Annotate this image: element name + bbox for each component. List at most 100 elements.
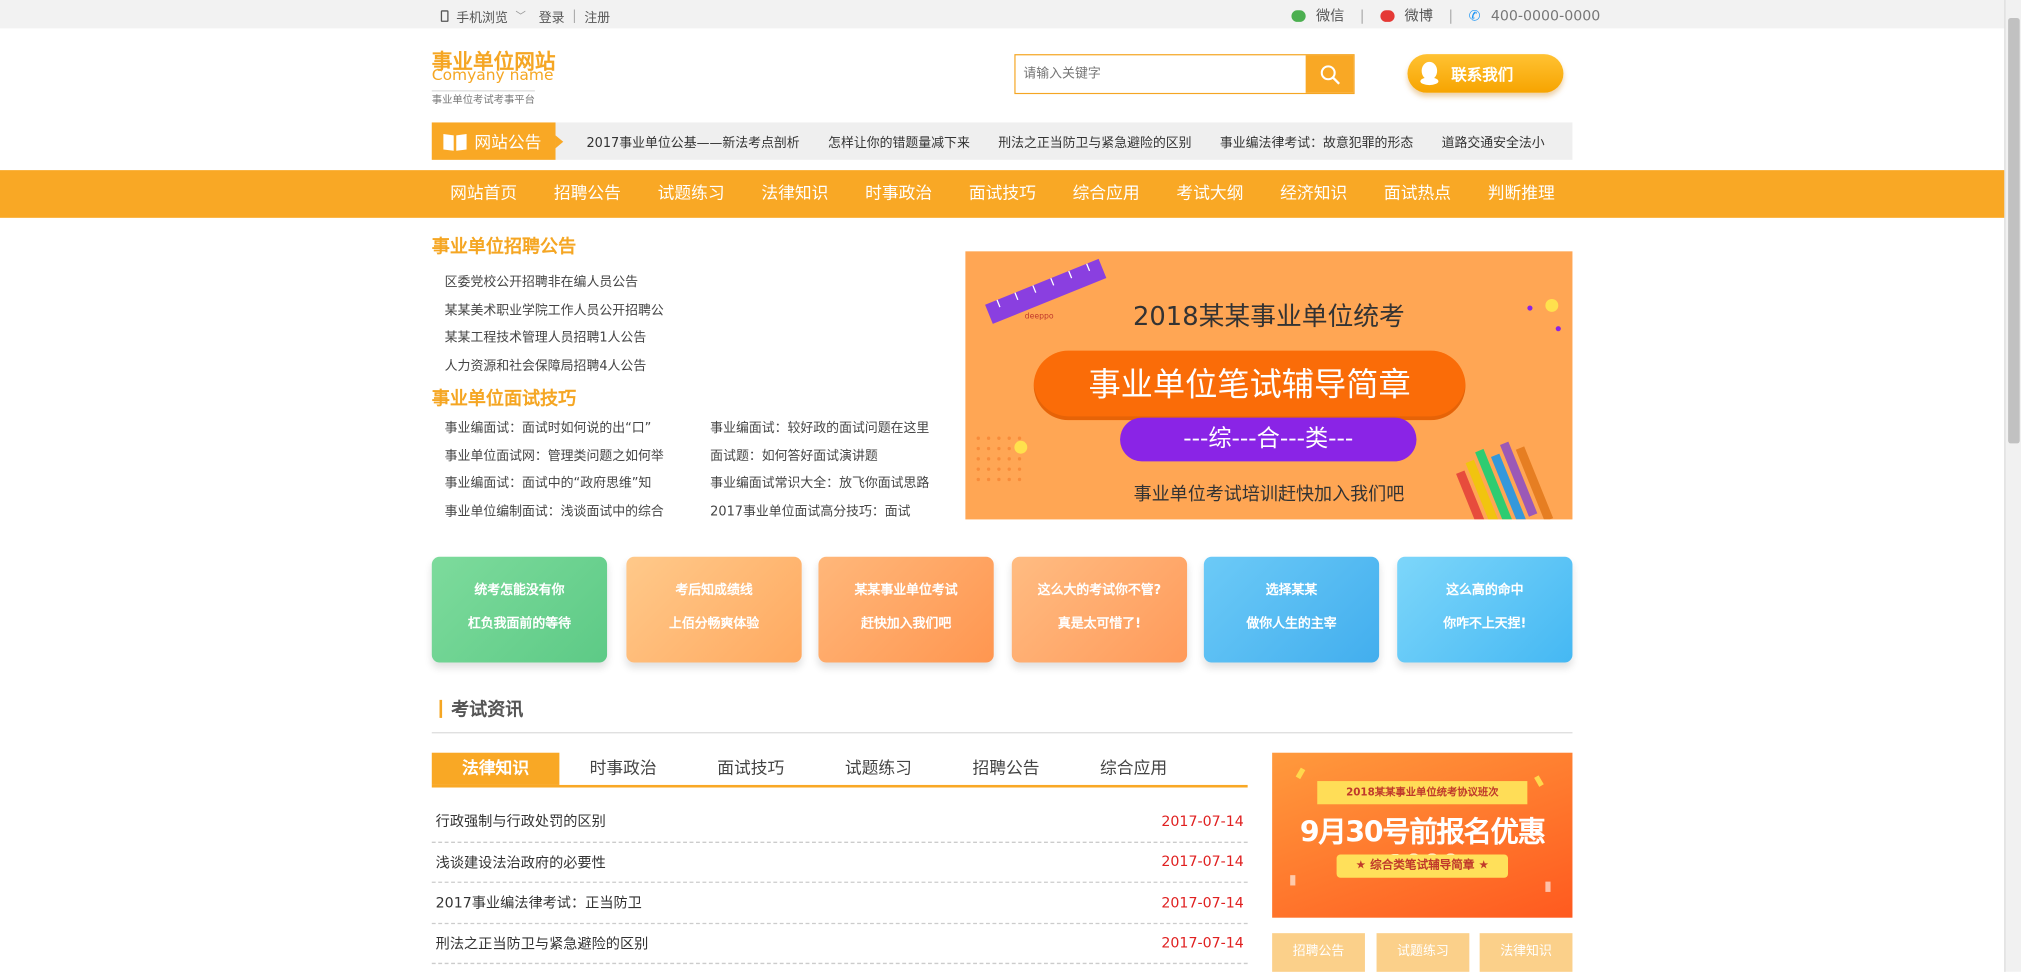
notice-item[interactable]: 事业编法律考试：故意犯罪的形态 <box>1220 131 1413 151</box>
contact-us-label: 联系我们 <box>1451 65 1514 84</box>
list-item[interactable]: 人力资源和社会保障局招聘4人公告 <box>445 353 664 381</box>
promo-card-line-1: 选择某某 <box>1265 583 1318 599</box>
register-link[interactable]: 注册 <box>584 6 610 26</box>
news-date: 2017-07-14 <box>1161 853 1244 871</box>
recruit-list: 区委党校公开招聘非在编人员公告 某某美术职业学院工作人员公开招聘公 某某工程技术… <box>445 269 664 380</box>
news-date: 2017-07-14 <box>1161 894 1244 911</box>
nav-item[interactable]: 招聘公告 <box>536 170 640 218</box>
logo-subtitle: Comyany name <box>431 65 554 84</box>
banner-line-2: 事业单位笔试辅导简章 <box>1033 350 1466 421</box>
login-link[interactable]: 登录 <box>539 6 565 26</box>
notice-item[interactable]: 怎样让你的错题量减下来 <box>828 131 970 151</box>
main-nav: 网站首页 招聘公告 试题练习 法律知识 时事政治 面试技巧 综合应用 考试大纲 … <box>0 170 2005 218</box>
list-item[interactable]: 事业编面试常识大全：放飞你面试思路 <box>710 470 929 498</box>
search-button[interactable] <box>1305 55 1354 93</box>
nav-item[interactable]: 综合应用 <box>1054 170 1158 218</box>
mobile-view-link[interactable]: 手机浏览 <box>456 6 508 26</box>
list-item[interactable]: 浅谈建设法治政府的必要性 2017-07-14 <box>431 842 1248 883</box>
notice-item[interactable]: 刑法之正当防卫与紧急避险的区别 <box>998 131 1191 151</box>
separator: | <box>572 9 577 24</box>
nav-item[interactable]: 面试热点 <box>1366 170 1470 218</box>
news-date: 2017-07-14 <box>1161 934 1244 952</box>
list-item[interactable]: 面试题：如何答好面试演讲题 <box>710 443 929 471</box>
interview-list-right: 事业编面试：较好政的面试问题在这里 面试题：如何答好面试演讲题 事业编面试常识大… <box>710 415 929 526</box>
nav-item[interactable]: 试题练习 <box>639 170 743 218</box>
nav-item[interactable]: 网站首页 <box>432 170 536 218</box>
banner-line-1: 2018某某事业单位统考 <box>1133 300 1405 332</box>
separator: | <box>1448 7 1454 24</box>
notice-item[interactable]: 道路交通安全法小 <box>1442 131 1545 151</box>
list-item[interactable]: 事业编面试：面试时如何说的出“口” <box>445 415 664 443</box>
ad-line-1: 2018某某事业单位统考协议班次 <box>1317 781 1528 805</box>
wechat-icon <box>1291 9 1306 22</box>
list-item[interactable]: 2017事业单位面试高分技巧：面试 <box>710 498 929 526</box>
list-item[interactable]: 行政强制与行政处罚的区别 2017-07-14 <box>431 802 1248 843</box>
promo-card-line-2: 上佰分畅爽体验 <box>668 617 760 632</box>
promo-card[interactable]: 这么高的命中 你咋不上天捏! <box>1397 556 1573 663</box>
page-scrollbar[interactable] <box>2004 0 2021 972</box>
weibo-icon <box>1380 9 1395 22</box>
star-icon: ★ <box>1355 859 1367 873</box>
mobile-icon <box>440 10 449 22</box>
separator: | <box>1359 7 1365 24</box>
promo-card[interactable]: 这么大的考试你不管? 真是太可惜了! <box>1011 556 1188 663</box>
quick-link-law[interactable]: 法律知识 <box>1479 933 1573 972</box>
nav-item[interactable]: 考试大纲 <box>1158 170 1262 218</box>
promo-card-line-1: 考后知成绩线 <box>675 583 753 599</box>
list-item[interactable]: 区委党校公开招聘非在编人员公告 <box>445 269 664 297</box>
qq-icon <box>1420 61 1439 86</box>
tab-interview[interactable]: 面试技巧 <box>687 753 815 785</box>
tab-law[interactable]: 法律知识 <box>431 752 560 785</box>
scrollbar-thumb[interactable] <box>2008 18 2020 444</box>
promo-card-line-2: 杠负我面前的等待 <box>467 617 571 632</box>
nav-item[interactable]: 判断推理 <box>1469 170 1573 218</box>
promo-card-line-1: 统考怎能没有你 <box>474 583 565 599</box>
promo-card[interactable]: 某某事业单位考试 赶快加入我们吧 <box>818 556 994 663</box>
news-title[interactable]: 2017事业编法律考试：正当防卫 <box>436 892 642 913</box>
nav-item[interactable]: 法律知识 <box>743 170 847 218</box>
notice-bar: 网站公告 2017事业单位公基——新法考点剖析 怎样让你的错题量减下来 刑法之正… <box>431 122 1573 160</box>
notice-tag: 网站公告 <box>431 122 564 160</box>
promo-card[interactable]: 选择某某 做你人生的主宰 <box>1203 556 1380 663</box>
quick-link-recruit[interactable]: 招聘公告 <box>1272 933 1365 972</box>
interview-list-left: 事业编面试：面试时如何说的出“口” 事业单位面试网：管理类问题之如何举 事业编面… <box>445 415 664 526</box>
recruit-heading[interactable]: 事业单位招聘公告 <box>432 233 576 259</box>
list-item[interactable]: 事业编面试：较好政的面试问题在这里 <box>710 415 929 443</box>
promo-card[interactable]: 考后知成绩线 上佰分畅爽体验 <box>626 556 802 663</box>
nav-item[interactable]: 时事政治 <box>847 170 951 218</box>
wechat-link[interactable]: 微信 <box>1316 5 1344 26</box>
quick-link-practice[interactable]: 试题练习 <box>1376 933 1470 972</box>
news-title[interactable]: 刑法之正当防卫与紧急避险的区别 <box>436 933 649 954</box>
chevron-down-icon: ﹀ <box>515 10 526 22</box>
tab-recruit[interactable]: 招聘公告 <box>942 753 1070 785</box>
promo-card-line-2: 你咋不上天捏! <box>1443 617 1527 632</box>
promo-card-line-1: 这么高的命中 <box>1446 583 1524 599</box>
search-box <box>1014 54 1355 95</box>
list-item[interactable]: 事业单位编制面试：浅谈面试中的综合 <box>445 498 664 526</box>
notice-label: 网站公告 <box>474 134 542 154</box>
hero-banner[interactable]: deeppo 2018某某事业单位统考 事业单位笔试辅导简章 ---综---合-… <box>965 251 1573 520</box>
list-item[interactable]: 2017事业编法律考试：正当防卫 2017-07-14 <box>431 883 1248 924</box>
contact-us-button[interactable]: 联系我们 <box>1407 54 1564 93</box>
book-icon <box>443 133 467 151</box>
news-list: 行政强制与行政处罚的区别 2017-07-14 浅谈建设法治政府的必要性 201… <box>431 802 1248 965</box>
search-input[interactable] <box>1015 55 1306 93</box>
weibo-link[interactable]: 微博 <box>1405 5 1433 26</box>
notice-item[interactable]: 2017事业单位公基——新法考点剖析 <box>586 131 799 151</box>
list-item[interactable]: 刑法之正当防卫与紧急避险的区别 2017-07-14 <box>431 923 1248 965</box>
list-item[interactable]: 事业编面试：面试中的“政府思维”知 <box>445 470 664 498</box>
list-item[interactable]: 某某美术职业学院工作人员公开招聘公 <box>445 297 664 325</box>
promo-ad-banner[interactable]: 2018某某事业单位统考协议班次 9月30号前报名优惠1000 ★ 综合类笔试辅… <box>1272 752 1573 918</box>
nav-item[interactable]: 面试技巧 <box>951 170 1055 218</box>
list-item[interactable]: 某某工程技术管理人员招聘1人公告 <box>445 325 664 353</box>
interview-heading[interactable]: 事业单位面试技巧 <box>432 385 576 411</box>
news-title[interactable]: 浅谈建设法治政府的必要性 <box>436 852 606 873</box>
tab-comprehensive[interactable]: 综合应用 <box>1070 753 1198 785</box>
promo-card[interactable]: 统考怎能没有你 杠负我面前的等待 <box>431 556 608 663</box>
nav-item[interactable]: 经济知识 <box>1262 170 1366 218</box>
list-item[interactable]: 事业单位面试网：管理类问题之如何举 <box>445 443 664 471</box>
tab-practice[interactable]: 试题练习 <box>815 753 943 785</box>
promo-card-line-1: 某某事业单位考试 <box>854 583 958 599</box>
news-title[interactable]: 行政强制与行政处罚的区别 <box>436 811 606 832</box>
tab-politics[interactable]: 时事政治 <box>559 753 687 785</box>
